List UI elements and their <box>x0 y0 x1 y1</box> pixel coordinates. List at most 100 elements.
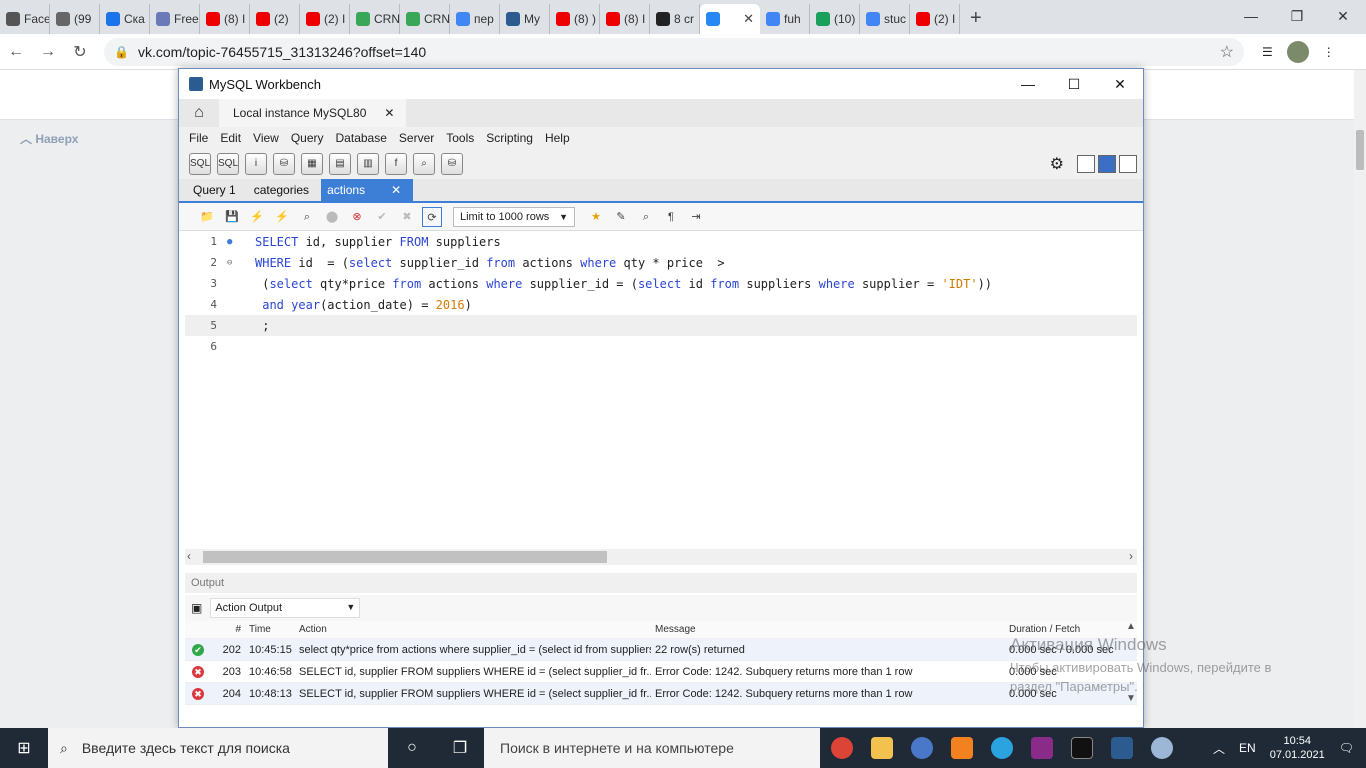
windows-start-icon[interactable]: ⊞ <box>0 738 48 758</box>
minimize-icon[interactable]: — <box>1228 0 1274 32</box>
wb-close-icon[interactable]: ✕ <box>1097 76 1143 93</box>
browser-tab[interactable]: (8) I <box>600 4 650 34</box>
execute-icon[interactable]: ⚡ <box>247 207 267 227</box>
menu-item-query[interactable]: Query <box>285 131 330 145</box>
browser-tab[interactable]: CRN <box>350 4 400 34</box>
reading-list-icon[interactable]: ☰ <box>1262 45 1273 59</box>
browser-tab[interactable]: stuc <box>860 4 910 34</box>
browser-tab[interactable]: (2) I <box>300 4 350 34</box>
editor-h-scrollbar-thumb[interactable] <box>203 551 607 563</box>
reconnect-icon[interactable]: ⛁ <box>441 153 463 175</box>
back-icon[interactable]: ← <box>0 43 32 61</box>
menu-item-file[interactable]: File <box>183 131 214 145</box>
create-view-icon[interactable]: ▤ <box>329 153 351 175</box>
find-icon[interactable]: ⌕ <box>636 207 656 227</box>
table-row[interactable]: ✖ 204 10:48:13 SELECT id, supplier FROM sup… <box>185 683 1137 705</box>
col-duration[interactable]: Duration / Fetch <box>1005 624 1115 635</box>
browser-tab[interactable]: (2) <box>250 4 300 34</box>
limit-rows-select[interactable]: Limit to 1000 rows ▼ <box>453 206 575 227</box>
chevron-left-icon[interactable]: ‹ <box>187 549 191 563</box>
layout-output-icon[interactable] <box>1098 155 1116 173</box>
new-tab-icon[interactable]: + <box>960 4 992 34</box>
layout-secondary-icon[interactable] <box>1119 155 1137 173</box>
menu-icon[interactable]: ⋮ <box>1323 45 1335 59</box>
table-row[interactable]: ✖ 203 10:46:58 SELECT id, supplier FROM sup… <box>185 661 1137 683</box>
browser-tab[interactable]: CRN <box>400 4 450 34</box>
col-time[interactable]: Time <box>245 624 295 635</box>
input-language[interactable]: EN <box>1239 741 1256 755</box>
scroll-top-link[interactable]: ︿ Наверх <box>20 130 78 147</box>
chevron-right-icon[interactable]: › <box>1129 549 1133 563</box>
execute-current-icon[interactable]: ⚡ <box>272 207 292 227</box>
sql-editor[interactable]: 1 ● SELECT id, supplier FROM suppliers 2 ⊖ W… <box>185 231 1137 549</box>
wb-maximize-icon[interactable]: ☐ <box>1051 76 1097 93</box>
output-copy-icon[interactable]: ▣ <box>191 601 202 615</box>
tab-categories[interactable]: categories <box>248 179 321 201</box>
telegram-icon[interactable] <box>982 728 1022 768</box>
menu-item-database[interactable]: Database <box>330 131 393 145</box>
menu-item-view[interactable]: View <box>247 131 285 145</box>
mysql-workbench-icon[interactable] <box>1102 728 1142 768</box>
table-row[interactable]: ✔ 202 10:45:15 select qty*price from action… <box>185 639 1137 661</box>
reload-icon[interactable]: ↻ <box>64 42 96 62</box>
search-table-icon[interactable]: ⌕ <box>413 153 435 175</box>
close-icon[interactable]: ✕ <box>1320 0 1366 32</box>
beautify-icon[interactable]: ✎ <box>611 207 631 227</box>
browser-tab[interactable]: пер <box>450 4 500 34</box>
taskbar-search-input[interactable]: ⌕ Введите здесь текст для поиска <box>48 728 388 768</box>
file-explorer-icon[interactable] <box>862 728 902 768</box>
close-icon[interactable]: ✕ <box>384 106 394 120</box>
tray-chevron-icon[interactable]: ︿ <box>1213 740 1225 757</box>
restore-icon[interactable]: ❐ <box>1274 0 1320 32</box>
chevron-up-icon[interactable]: ▲ <box>1126 621 1136 632</box>
menu-item-tools[interactable]: Tools <box>440 131 480 145</box>
browser-tab[interactable]: (8) ) <box>550 4 600 34</box>
wrap-lines-icon[interactable]: ⇥ <box>686 207 706 227</box>
task-view-icon[interactable]: ❐ <box>436 738 484 758</box>
url-input[interactable]: 🔒 vk.com/topic-76455715_31313246?offset=… <box>104 37 1244 66</box>
tab-actions[interactable]: actions ✕ <box>321 179 414 201</box>
winrar-icon[interactable] <box>1022 728 1062 768</box>
col-num[interactable]: # <box>211 624 245 635</box>
settings-app-icon[interactable] <box>1142 728 1182 768</box>
col-action[interactable]: Action <box>295 624 651 635</box>
save-icon[interactable]: 💾 <box>222 207 242 227</box>
invisible-chars-icon[interactable]: ¶ <box>661 207 681 227</box>
browser-tab[interactable]: Ска <box>100 4 150 34</box>
layout-sidebar-icon[interactable] <box>1077 155 1095 173</box>
avatar[interactable] <box>1286 40 1309 63</box>
forward-icon[interactable]: → <box>32 43 64 61</box>
open-sql-script-icon[interactable]: SQL <box>217 153 239 175</box>
close-icon[interactable]: ✕ <box>743 11 754 27</box>
create-procedure-icon[interactable]: ▥ <box>357 153 379 175</box>
terminal-icon[interactable] <box>1062 728 1102 768</box>
connection-tab[interactable]: Local instance MySQL80 ✕ <box>219 99 407 127</box>
home-icon[interactable]: ⌂ <box>179 104 219 122</box>
create-function-icon[interactable]: f <box>385 153 407 175</box>
cortana-icon[interactable]: ○ <box>388 739 436 757</box>
browser-tab[interactable]: (2) I <box>910 4 960 34</box>
close-icon[interactable]: ✕ <box>391 179 401 201</box>
notifications-icon[interactable]: 🗨 <box>1339 741 1354 755</box>
page-scrollbar[interactable] <box>1354 70 1366 728</box>
app-icon[interactable] <box>902 728 942 768</box>
gear-icon[interactable]: ⚙ <box>1050 154 1064 174</box>
browser-tab[interactable]: fuh <box>760 4 810 34</box>
wb-minimize-icon[interactable]: — <box>1005 76 1051 93</box>
page-scrollbar-thumb[interactable] <box>1356 130 1364 170</box>
create-schema-icon[interactable]: ⛁ <box>273 153 295 175</box>
col-message[interactable]: Message <box>651 624 1005 635</box>
browser-tab[interactable]: (99 <box>50 4 100 34</box>
browser-tab[interactable]: Free <box>150 4 200 34</box>
tab-query-1[interactable]: Query 1 <box>187 179 248 201</box>
browser-tab[interactable]: (10) <box>810 4 860 34</box>
menu-item-server[interactable]: Server <box>393 131 440 145</box>
browser-tab[interactable]: (8) I <box>200 4 250 34</box>
create-table-icon[interactable]: ▦ <box>301 153 323 175</box>
autocommit-icon[interactable]: ⟳ <box>422 206 442 227</box>
web-search-box[interactable]: Поиск в интернете и на компьютере <box>484 728 820 768</box>
chrome-icon[interactable] <box>822 728 862 768</box>
inspector-icon[interactable]: i <box>245 153 267 175</box>
browser-tab[interactable]: 8 cr <box>650 4 700 34</box>
browser-tab[interactable]: My <box>500 4 550 34</box>
